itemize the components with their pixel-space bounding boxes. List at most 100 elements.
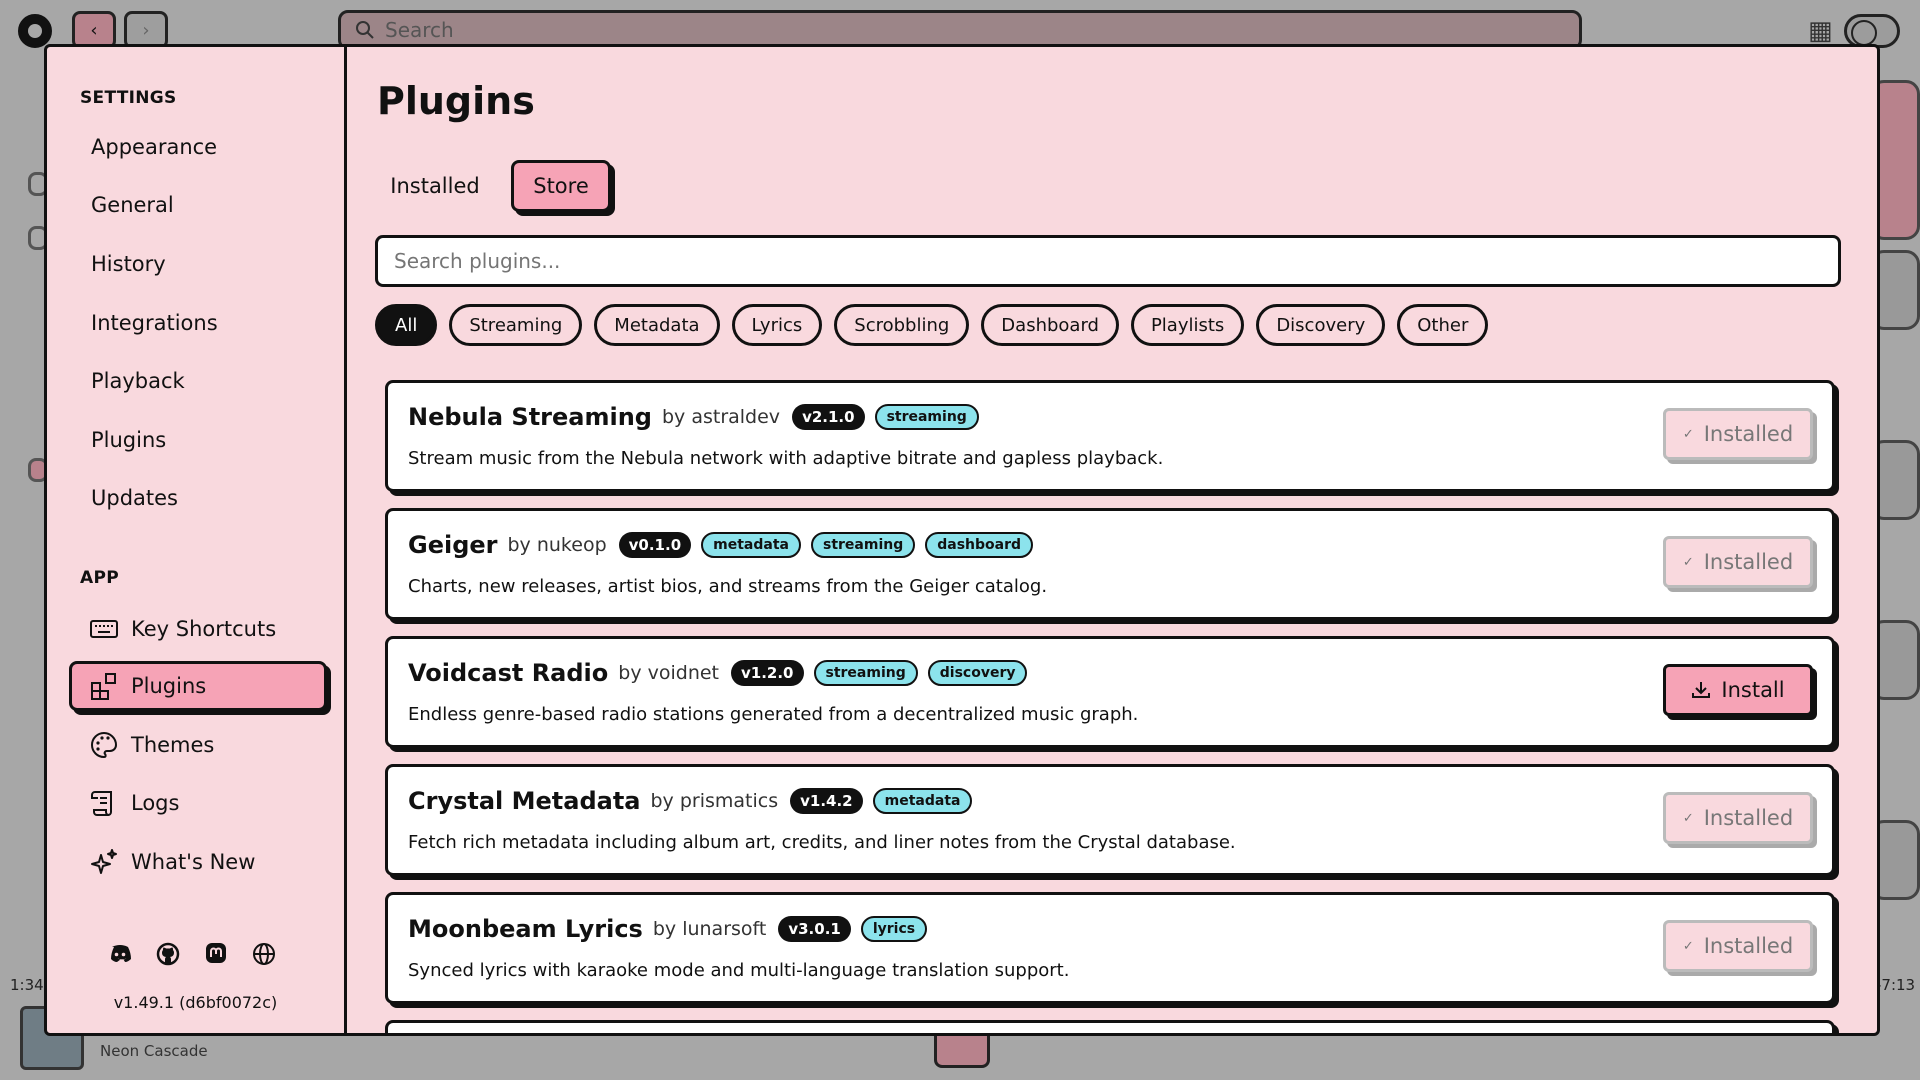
- sidebar-item-updates[interactable]: Updates: [91, 486, 178, 510]
- plugin-name: Voidcast Radio: [408, 659, 609, 687]
- palette-icon: [91, 731, 118, 759]
- plugin-description: Charts, new releases, artist bios, and s…: [408, 576, 1048, 597]
- search-icon: [356, 21, 374, 39]
- chip-streaming[interactable]: Streaming: [449, 304, 583, 346]
- plugin-author: by prismatics: [650, 790, 779, 812]
- sidebar-item-label: Themes: [131, 733, 215, 757]
- sidebar-item-label: Plugins: [131, 674, 207, 698]
- tab-store[interactable]: Store: [511, 160, 611, 212]
- plugin-card: Geiger by nukeop v0.1.0 metadata streami…: [385, 508, 1835, 620]
- track-title: Neon Cascade: [100, 1042, 208, 1060]
- plugin-author: by voidnet: [618, 662, 719, 684]
- plugin-description: Synced lyrics with karaoke mode and mult…: [408, 960, 1070, 981]
- global-search-placeholder: Search: [385, 18, 454, 42]
- plugins-panel: Plugins Installed Store All Streaming Me…: [347, 47, 1877, 1033]
- sidebar-item-integrations[interactable]: Integrations: [91, 311, 218, 335]
- plugin-search-input[interactable]: [375, 235, 1841, 287]
- button-label: Installed: [1703, 422, 1794, 446]
- plugin-name: Nebula Streaming: [408, 403, 652, 431]
- tab-installed[interactable]: Installed: [373, 160, 497, 212]
- app-heading: APP: [80, 568, 119, 588]
- tag-badge: lyrics: [860, 916, 928, 942]
- plugin-card: [385, 1020, 1835, 1033]
- check-icon: ✓: [1682, 810, 1694, 826]
- check-icon: ✓: [1682, 938, 1694, 954]
- installed-button[interactable]: ✓ Installed: [1663, 536, 1813, 588]
- check-icon: ✓: [1682, 426, 1694, 442]
- plugin-name: Crystal Metadata: [408, 787, 641, 815]
- version-badge: v3.0.1: [778, 916, 851, 942]
- sidebar-item-plugins[interactable]: Plugins: [91, 428, 166, 452]
- sidebar-item-whats-new[interactable]: What's New: [69, 837, 327, 887]
- plugin-author: by nukeop: [507, 534, 607, 556]
- plugin-card: Moonbeam Lyrics by lunarsoft v3.0.1 lyri…: [385, 892, 1835, 1004]
- plugin-description: Fetch rich metadata including album art,…: [408, 832, 1236, 853]
- sidebar-item-logs[interactable]: Logs: [69, 778, 327, 828]
- sidebar-item-label: Logs: [131, 791, 180, 815]
- plugin-description: Stream music from the Nebula network wit…: [408, 448, 1164, 469]
- tag-badge: dashboard: [925, 532, 1034, 558]
- chip-all[interactable]: All: [375, 304, 438, 346]
- settings-sidebar: SETTINGS Appearance General History Inte…: [47, 47, 347, 1033]
- chip-dashboard[interactable]: Dashboard: [981, 304, 1119, 346]
- mastodon-icon[interactable]: [203, 941, 229, 967]
- sidebar-item-themes[interactable]: Themes: [69, 720, 327, 770]
- plugin-card: Voidcast Radio by voidnet v1.2.0 streami…: [385, 636, 1835, 748]
- check-icon: ✓: [1682, 554, 1694, 570]
- install-button[interactable]: Install: [1663, 664, 1813, 716]
- sidebar-item-history[interactable]: History: [91, 252, 166, 276]
- sidebar-item-label: What's New: [131, 850, 256, 874]
- qr-code-icon[interactable]: ▦: [1808, 16, 1833, 46]
- version-badge: v1.4.2: [790, 788, 863, 814]
- chip-metadata[interactable]: Metadata: [594, 304, 720, 346]
- chevron-left-icon: ‹: [90, 19, 98, 41]
- app-logo-icon: [18, 14, 52, 48]
- tag-badge: streaming: [874, 404, 979, 430]
- theme-toggle[interactable]: [1844, 14, 1900, 48]
- sidebar-item-label: Key Shortcuts: [131, 617, 277, 641]
- plugin-description: Endless genre-based radio stations gener…: [408, 704, 1139, 725]
- version-badge: v0.1.0: [618, 532, 692, 558]
- tag-badge: streaming: [810, 532, 916, 558]
- tag-badge: metadata: [872, 788, 973, 814]
- installed-button[interactable]: ✓ Installed: [1663, 792, 1813, 844]
- keyboard-icon: [90, 620, 118, 638]
- sidebar-item-playback[interactable]: Playback: [91, 369, 185, 393]
- plugin-card: Nebula Streaming by astraldev v2.1.0 str…: [385, 380, 1835, 492]
- chip-discovery[interactable]: Discovery: [1256, 304, 1386, 346]
- button-label: Install: [1721, 678, 1785, 702]
- button-label: Installed: [1703, 934, 1794, 958]
- app-version: v1.49.1 (d6bf0072c): [113, 993, 278, 1012]
- github-icon[interactable]: [155, 941, 181, 967]
- version-badge: v2.1.0: [792, 404, 865, 430]
- puzzle-icon: [91, 673, 116, 700]
- plugin-name: Moonbeam Lyrics: [408, 915, 643, 943]
- globe-icon[interactable]: [251, 941, 277, 967]
- installed-button[interactable]: ✓ Installed: [1663, 920, 1813, 972]
- chip-scrobbling[interactable]: Scrobbling: [834, 304, 970, 346]
- settings-modal: SETTINGS Appearance General History Inte…: [44, 44, 1880, 1036]
- button-label: Installed: [1703, 550, 1794, 574]
- chevron-right-icon: ›: [142, 19, 150, 41]
- sidebar-item-plugins-active[interactable]: Plugins: [69, 661, 327, 711]
- chip-playlists[interactable]: Playlists: [1130, 304, 1245, 346]
- version-badge: v1.2.0: [731, 660, 804, 686]
- tag-badge: streaming: [813, 660, 918, 686]
- download-icon: [1692, 682, 1711, 698]
- sidebar-item-key-shortcuts[interactable]: Key Shortcuts: [69, 604, 327, 654]
- discord-icon[interactable]: [107, 941, 133, 967]
- scroll-icon: [91, 791, 112, 816]
- chip-other[interactable]: Other: [1397, 304, 1489, 346]
- category-filter: All Streaming Metadata Lyrics Scrobbling…: [375, 304, 1489, 346]
- button-label: Installed: [1703, 806, 1794, 830]
- chip-lyrics[interactable]: Lyrics: [731, 304, 823, 346]
- installed-button[interactable]: ✓ Installed: [1663, 408, 1813, 460]
- sparkles-icon: [91, 849, 117, 874]
- page-title: Plugins: [377, 79, 535, 123]
- plugin-name: Geiger: [408, 531, 498, 559]
- plugin-author: by lunarsoft: [652, 918, 767, 940]
- sidebar-item-general[interactable]: General: [91, 193, 174, 217]
- plugin-author: by astraldev: [661, 406, 781, 428]
- sidebar-item-appearance[interactable]: Appearance: [91, 135, 217, 159]
- elapsed-time: 1:34: [10, 976, 44, 994]
